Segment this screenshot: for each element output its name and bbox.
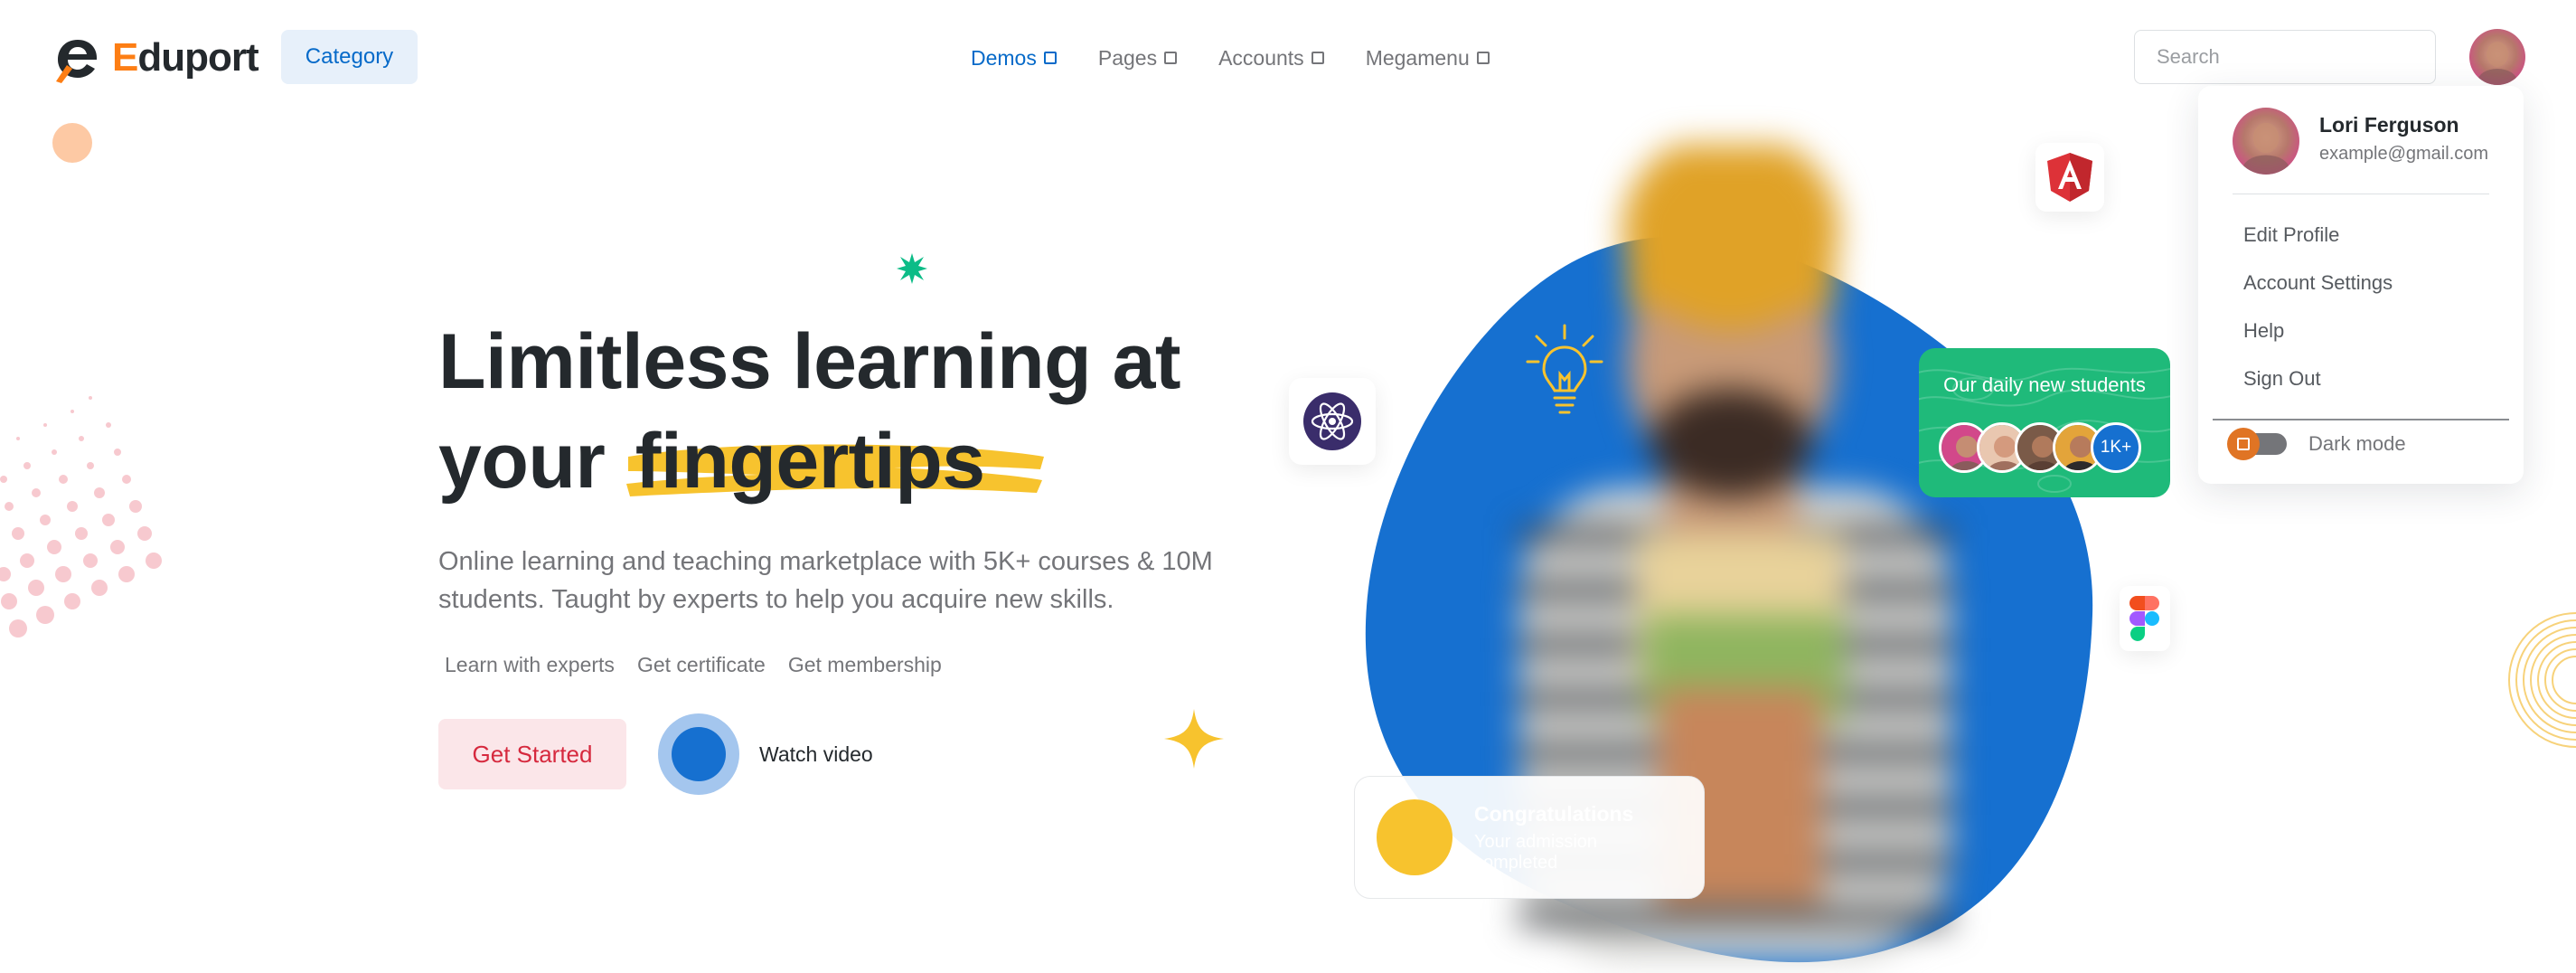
brand-logo[interactable]: Eduport [52, 31, 269, 85]
students-card-title: Our daily new students [1943, 373, 2146, 396]
brand-name: Eduport [112, 35, 259, 80]
bulb-icon [1526, 324, 1603, 414]
menu-item-sign-out[interactable]: Sign Out [2243, 367, 2393, 415]
caret-icon [1043, 52, 1057, 64]
daily-students-card: Our daily new students 1K+ [1919, 348, 2170, 497]
figma-icon [2129, 596, 2159, 641]
hero-title-highlight: fingertips [625, 411, 1044, 511]
nav-item-megamenu[interactable]: Megamenu [1366, 46, 1490, 71]
dark-mode-label: Dark mode [2308, 432, 2406, 455]
react-icon [1303, 392, 1361, 450]
decorative-dots [0, 396, 162, 638]
feature-item: Get certificate [636, 653, 766, 676]
user-avatar-button[interactable] [2469, 29, 2525, 85]
nav-item-pages[interactable]: Pages [1097, 45, 1178, 71]
user-menu-items: Edit Profile Account Settings Help Sign … [2243, 223, 2393, 415]
nav-item-label: Pages [1097, 45, 1158, 70]
feature-list: Learn with experts Get certificate Get m… [445, 653, 942, 677]
caret-icon [1164, 52, 1178, 64]
star-icon [897, 253, 927, 284]
main-nav: Demos Pages Accounts Megamenu [971, 40, 1490, 76]
divider [2213, 419, 2509, 420]
figma-badge [2120, 586, 2170, 651]
students-count-badge: 1K+ [2091, 422, 2141, 473]
play-icon[interactable] [658, 713, 739, 795]
hero-title-line2: your fingertips [438, 411, 1252, 511]
user-email: example@gmail.com [2319, 144, 2489, 164]
hero-subtitle: Online learning and teaching marketplace… [438, 547, 1213, 614]
congrats-card: Congratulations Your admission completed [1354, 776, 1705, 899]
feature-item: Get membership [787, 653, 942, 676]
decorative-circle [52, 123, 92, 163]
caret-icon [1476, 52, 1490, 64]
watch-video-label: Watch video [759, 742, 873, 766]
get-started-button[interactable]: Get Started [438, 719, 626, 789]
angular-badge [2035, 143, 2104, 212]
logo-mark-icon [56, 40, 98, 83]
avatar [2469, 29, 2525, 85]
nav-item-accounts[interactable]: Accounts [1218, 46, 1324, 71]
menu-item-edit-profile[interactable]: Edit Profile [2243, 223, 2393, 271]
congrats-subtitle: Your admission completed [1474, 831, 1598, 873]
menu-item-account-settings[interactable]: Account Settings [2243, 271, 2393, 319]
avatar [2233, 108, 2299, 175]
dark-mode-row: Dark mode [2227, 428, 2406, 460]
congrats-icon [1377, 799, 1453, 875]
search-input[interactable] [2134, 30, 2436, 84]
nav-item-label: Megamenu [1365, 45, 1470, 70]
hero-title-line1: Limitless learning at [438, 318, 1181, 405]
menu-item-help[interactable]: Help [2243, 319, 2393, 367]
star-icon [1164, 709, 1224, 769]
hero-title: Limitless learning at your fingertips [438, 312, 1252, 511]
congrats-title: Congratulations [1474, 801, 1634, 826]
caret-icon [1311, 52, 1324, 64]
toggle-knob [2227, 428, 2260, 460]
nav-item-demos[interactable]: Demos [971, 46, 1057, 71]
react-badge [1289, 378, 1376, 465]
angular-icon [2047, 153, 2092, 202]
category-button[interactable]: Category [281, 30, 418, 84]
feature-item: Learn with experts [445, 653, 615, 676]
user-name: Lori Ferguson [2319, 113, 2459, 137]
user-menu-dropdown: Lori Ferguson example@gmail.com Edit Pro… [2198, 86, 2524, 484]
dark-mode-toggle[interactable] [2227, 428, 2287, 460]
nav-item-label: Accounts [1218, 45, 1304, 70]
nav-item-label: Demos [971, 45, 1037, 70]
student-avatar-group: 1K+ [1939, 422, 2141, 473]
decorative-rings [2508, 612, 2576, 748]
watch-video-button[interactable]: Watch video [658, 713, 873, 795]
